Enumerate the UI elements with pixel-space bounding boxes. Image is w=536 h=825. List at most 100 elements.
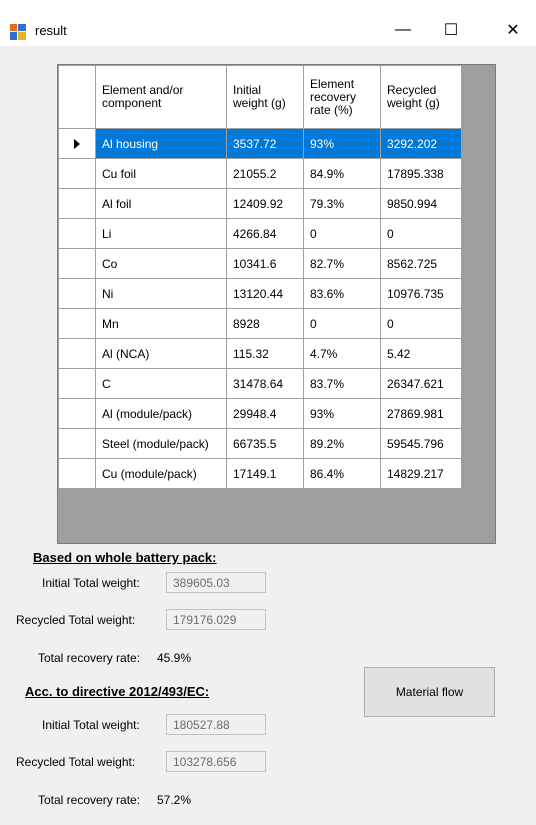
cell-recovery-rate[interactable]: 83.7%: [303, 368, 381, 399]
close-button[interactable]: ✕: [490, 14, 536, 46]
col-header-initial-weight[interactable]: Initial weight (g): [226, 65, 304, 129]
cell-initial-weight[interactable]: 4266.84: [226, 218, 304, 249]
col-header-element[interactable]: Element and/or component: [95, 65, 227, 129]
minimize-button[interactable]: —: [380, 14, 426, 46]
header-line: component: [102, 96, 162, 110]
cell-recycled-weight[interactable]: 27869.981: [380, 398, 462, 429]
cell-recycled-weight[interactable]: 0: [380, 308, 462, 339]
cell-initial-weight[interactable]: 21055.2: [226, 158, 304, 189]
title-bar: result — ☐ ✕: [0, 0, 536, 46]
row-header[interactable]: [58, 248, 96, 279]
table-row[interactable]: Cu (module/pack) 17149.1 86.4% 14829.217: [58, 458, 462, 489]
cell-recovery-rate[interactable]: 93%: [303, 398, 381, 429]
row-header[interactable]: [58, 398, 96, 429]
table-row[interactable]: Al (module/pack) 29948.4 93% 27869.981: [58, 398, 462, 429]
whole-pack-title: Based on whole battery pack:: [33, 550, 217, 565]
row-header[interactable]: [58, 428, 96, 459]
cell-initial-weight[interactable]: 29948.4: [226, 398, 304, 429]
cell-recovery-rate[interactable]: 86.4%: [303, 458, 381, 489]
cell-initial-weight[interactable]: 3537.72: [226, 128, 304, 159]
whole-pack-initial-field[interactable]: 389605.03: [166, 572, 266, 593]
cell-recovery-rate[interactable]: 4.7%: [303, 338, 381, 369]
row-header[interactable]: [58, 278, 96, 309]
cell-recycled-weight[interactable]: 3292.202: [380, 128, 462, 159]
table-row[interactable]: Steel (module/pack) 66735.5 89.2% 59545.796: [58, 428, 462, 459]
cell-initial-weight[interactable]: 12409.92: [226, 188, 304, 219]
directive-title: Acc. to directive 2012/493/EC:: [25, 684, 210, 699]
cell-recovery-rate[interactable]: 89.2%: [303, 428, 381, 459]
cell-recovery-rate[interactable]: 0: [303, 218, 381, 249]
cell-recycled-weight[interactable]: 5.42: [380, 338, 462, 369]
cell-initial-weight[interactable]: 17149.1: [226, 458, 304, 489]
row-header[interactable]: [58, 338, 96, 369]
cell-element[interactable]: Al housing: [95, 128, 227, 159]
table-row[interactable]: Al foil 12409.92 79.3% 9850.994: [58, 188, 462, 219]
table-row[interactable]: Cu foil 21055.2 84.9% 17895.338: [58, 158, 462, 189]
row-header[interactable]: [58, 308, 96, 339]
cell-element[interactable]: Ni: [95, 278, 227, 309]
cell-recovery-rate[interactable]: 84.9%: [303, 158, 381, 189]
cell-initial-weight[interactable]: 10341.6: [226, 248, 304, 279]
row-header[interactable]: [58, 158, 96, 189]
whole-pack-recycled-label: Recycled Total weight:: [16, 613, 136, 627]
cell-element[interactable]: Al (module/pack): [95, 398, 227, 429]
cell-element[interactable]: Cu foil: [95, 158, 227, 189]
cell-element[interactable]: Mn: [95, 308, 227, 339]
table-row[interactable]: Li 4266.84 0 0: [58, 218, 462, 249]
window-title: result: [35, 23, 67, 38]
header-line: Element: [310, 76, 355, 91]
cell-element[interactable]: Al (NCA): [95, 338, 227, 369]
directive-initial-label: Initial Total weight:: [42, 718, 140, 732]
directive-recycled-label: Recycled Total weight:: [16, 755, 136, 769]
row-header[interactable]: [58, 458, 96, 489]
header-line: recovery: [310, 89, 357, 104]
app-icon: [10, 24, 26, 40]
cell-element[interactable]: Cu (module/pack): [95, 458, 227, 489]
table-row[interactable]: Ni 13120.44 83.6% 10976.735: [58, 278, 462, 309]
directive-rate-label: Total recovery rate:: [38, 793, 141, 807]
row-header[interactable]: [58, 218, 96, 249]
table-row[interactable]: C 31478.64 83.7% 26347.621: [58, 368, 462, 399]
col-header-recovery-rate[interactable]: Element recovery rate (%): [303, 65, 381, 129]
cell-recycled-weight[interactable]: 59545.796: [380, 428, 462, 459]
cell-recycled-weight[interactable]: 26347.621: [380, 368, 462, 399]
row-header[interactable]: [58, 188, 96, 219]
cell-initial-weight[interactable]: 8928: [226, 308, 304, 339]
cell-element[interactable]: Li: [95, 218, 227, 249]
cell-recycled-weight[interactable]: 14829.217: [380, 458, 462, 489]
cell-recycled-weight[interactable]: 10976.735: [380, 278, 462, 309]
cell-recovery-rate[interactable]: 82.7%: [303, 248, 381, 279]
table-row[interactable]: Al housing 3537.72 93% 3292.202: [58, 128, 462, 159]
col-header-recycled-weight[interactable]: Recycled weight (g): [380, 65, 462, 129]
table-row[interactable]: Al (NCA) 115.32 4.7% 5.42: [58, 338, 462, 369]
cell-recovery-rate[interactable]: 79.3%: [303, 188, 381, 219]
header-row: Element and/or component Initial weight …: [58, 65, 462, 129]
cell-recovery-rate[interactable]: 0: [303, 308, 381, 339]
cell-element[interactable]: Co: [95, 248, 227, 279]
results-grid[interactable]: Element and/or component Initial weight …: [57, 64, 496, 544]
table-row[interactable]: Mn 8928 0 0: [58, 308, 462, 339]
whole-pack-recycled-field[interactable]: 179176.029: [166, 609, 266, 630]
cell-element[interactable]: Al foil: [95, 188, 227, 219]
cell-initial-weight[interactable]: 66735.5: [226, 428, 304, 459]
cell-initial-weight[interactable]: 31478.64: [226, 368, 304, 399]
row-header[interactable]: [58, 368, 96, 399]
directive-initial-field[interactable]: 180527.88: [166, 714, 266, 735]
cell-recycled-weight[interactable]: 9850.994: [380, 188, 462, 219]
results-table: Element and/or component Initial weight …: [58, 65, 462, 489]
header-line: weight (g): [387, 96, 440, 110]
cell-recycled-weight[interactable]: 8562.725: [380, 248, 462, 279]
cell-initial-weight[interactable]: 13120.44: [226, 278, 304, 309]
cell-element[interactable]: C: [95, 368, 227, 399]
table-row[interactable]: Co 10341.6 82.7% 8562.725: [58, 248, 462, 279]
cell-recovery-rate[interactable]: 93%: [303, 128, 381, 159]
directive-recycled-field[interactable]: 103278.656: [166, 751, 266, 772]
cell-recycled-weight[interactable]: 17895.338: [380, 158, 462, 189]
material-flow-button[interactable]: Material flow: [364, 667, 495, 717]
cell-initial-weight[interactable]: 115.32: [226, 338, 304, 369]
cell-recycled-weight[interactable]: 0: [380, 218, 462, 249]
row-header[interactable]: [58, 128, 96, 159]
cell-recovery-rate[interactable]: 83.6%: [303, 278, 381, 309]
maximize-button[interactable]: ☐: [428, 14, 474, 46]
cell-element[interactable]: Steel (module/pack): [95, 428, 227, 459]
